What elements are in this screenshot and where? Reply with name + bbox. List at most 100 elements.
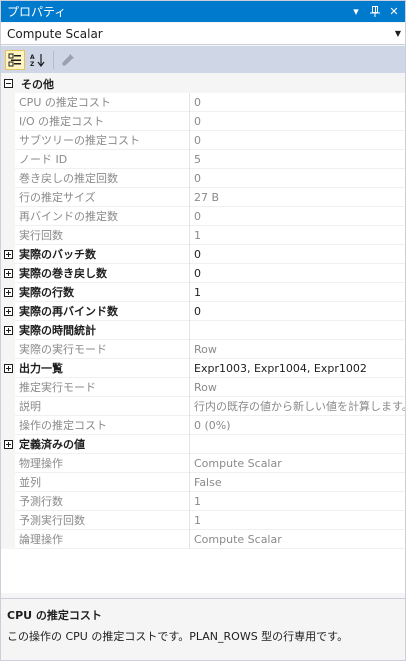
property-name: 説明 — [15, 397, 189, 416]
pin-icon[interactable] — [367, 4, 383, 20]
property-name: 予測行数 — [15, 492, 189, 511]
gutter — [1, 416, 15, 435]
alphabetical-icon: A Z — [30, 53, 45, 67]
svg-text:A: A — [30, 54, 35, 61]
property-row[interactable]: CPU の推定コスト 0 — [1, 93, 405, 112]
chevron-down-icon[interactable]: ▼ — [391, 29, 405, 38]
expand-icon[interactable] — [3, 250, 13, 259]
property-value[interactable]: 0 — [190, 169, 405, 188]
gutter — [1, 530, 15, 549]
gutter — [1, 93, 15, 112]
property-row[interactable]: 推定実行モード Row — [1, 378, 405, 397]
close-icon[interactable]: ✕ — [386, 4, 402, 20]
property-value[interactable] — [190, 321, 405, 340]
property-value[interactable] — [190, 435, 405, 454]
property-row[interactable]: 並列 False — [1, 473, 405, 492]
title-bar: プロパティ ▾ ✕ — [1, 1, 405, 22]
property-value[interactable]: Compute Scalar — [190, 530, 405, 549]
gutter — [1, 302, 15, 321]
property-value[interactable]: Expr1003, Expr1004, Expr1002 — [190, 359, 405, 378]
property-name: ノード ID — [15, 150, 189, 169]
property-value[interactable]: 0 (0%) — [190, 416, 405, 435]
expand-icon[interactable] — [3, 440, 13, 449]
property-value[interactable]: Compute Scalar — [190, 454, 405, 473]
property-name: 推定実行モード — [15, 378, 189, 397]
property-name: 物理操作 — [15, 454, 189, 473]
property-row[interactable]: 定義済みの値 — [1, 435, 405, 454]
property-row[interactable]: I/O の推定コスト 0 — [1, 112, 405, 131]
property-value[interactable]: 0 — [190, 207, 405, 226]
gutter — [1, 454, 15, 473]
property-name: 実際の再バインド数 — [15, 302, 189, 321]
property-row[interactable]: 実行回数 1 — [1, 226, 405, 245]
property-row[interactable]: 再バインドの推定数 0 — [1, 207, 405, 226]
expand-icon[interactable] — [3, 307, 13, 316]
property-value[interactable]: Row — [190, 378, 405, 397]
description-pane: CPU の推定コスト この操作の CPU の推定コストです。PLAN_ROWS … — [1, 598, 405, 660]
property-value[interactable]: 1 — [190, 283, 405, 302]
property-row[interactable]: 実際の行数 1 — [1, 283, 405, 302]
property-pages-button[interactable] — [58, 50, 78, 70]
gutter — [1, 74, 15, 93]
property-value[interactable]: False — [190, 473, 405, 492]
property-value[interactable]: 0 — [190, 264, 405, 283]
property-name: 巻き戻しの推定回数 — [15, 169, 189, 188]
property-value[interactable]: 1 — [190, 226, 405, 245]
property-name: 実際の行数 — [15, 283, 189, 302]
properties-window: プロパティ ▾ ✕ Compute Scalar ▼ A Z その他 CPU の… — [0, 0, 406, 661]
gutter — [1, 511, 15, 530]
window-title: プロパティ — [7, 5, 67, 19]
gutter — [1, 226, 15, 245]
property-row[interactable]: 予測実行回数 1 — [1, 511, 405, 530]
property-name: 実際の実行モード — [15, 340, 189, 359]
description-title: CPU の推定コスト — [7, 609, 102, 622]
property-row[interactable]: 行の推定サイズ 27 B — [1, 188, 405, 207]
property-row[interactable]: 物理操作 Compute Scalar — [1, 454, 405, 473]
expand-icon[interactable] — [3, 288, 13, 297]
property-row[interactable]: 説明 行内の既存の値から新しい値を計算します。 — [1, 397, 405, 416]
property-value[interactable]: 0 — [190, 131, 405, 150]
property-row[interactable]: ノード ID 5 — [1, 150, 405, 169]
category-row[interactable]: その他 — [1, 74, 405, 93]
property-value[interactable]: 5 — [190, 150, 405, 169]
expand-icon[interactable] — [3, 326, 13, 335]
expand-icon[interactable] — [3, 364, 13, 373]
gutter — [1, 264, 15, 283]
property-row[interactable]: 実際の時間統計 — [1, 321, 405, 340]
property-row[interactable]: 実際の再バインド数 0 — [1, 302, 405, 321]
property-row[interactable]: 操作の推定コスト 0 (0%) — [1, 416, 405, 435]
property-value[interactable]: 行内の既存の値から新しい値を計算します。 — [190, 397, 405, 416]
window-menu-dropdown-icon[interactable]: ▾ — [348, 4, 364, 20]
property-value[interactable]: 1 — [190, 511, 405, 530]
property-value[interactable]: 27 B — [190, 188, 405, 207]
object-selector[interactable]: Compute Scalar ▼ — [1, 23, 405, 45]
property-name: CPU の推定コスト — [15, 93, 189, 112]
property-row[interactable]: 予測行数 1 — [1, 492, 405, 511]
gutter — [1, 131, 15, 150]
property-row[interactable]: サブツリーの推定コスト 0 — [1, 131, 405, 150]
gutter — [1, 397, 15, 416]
property-value[interactable]: 0 — [190, 302, 405, 321]
expand-icon[interactable] — [3, 269, 13, 278]
property-row[interactable]: 実際のバッチ数 0 — [1, 245, 405, 264]
property-row[interactable]: 実際の巻き戻し数 0 — [1, 264, 405, 283]
property-value[interactable]: 0 — [190, 93, 405, 112]
property-row[interactable]: 実際の実行モード Row — [1, 340, 405, 359]
property-value[interactable]: 1 — [190, 492, 405, 511]
property-name: 実際のバッチ数 — [15, 245, 189, 264]
property-name: 論理操作 — [15, 530, 189, 549]
property-value[interactable]: 0 — [190, 112, 405, 131]
property-value[interactable]: 0 — [190, 245, 405, 264]
property-value[interactable]: Row — [190, 340, 405, 359]
categorized-button[interactable] — [5, 49, 25, 70]
gutter — [1, 473, 15, 492]
property-row[interactable]: 巻き戻しの推定回数 0 — [1, 169, 405, 188]
collapse-icon[interactable] — [3, 79, 13, 88]
property-name: 実行回数 — [15, 226, 189, 245]
property-row[interactable]: 出力一覧 Expr1003, Expr1004, Expr1002 — [1, 359, 405, 378]
property-row[interactable]: 論理操作 Compute Scalar — [1, 530, 405, 549]
alphabetical-button[interactable]: A Z — [28, 50, 48, 70]
property-name: 行の推定サイズ — [15, 188, 189, 207]
property-name: 並列 — [15, 473, 189, 492]
property-name: 予測実行回数 — [15, 511, 189, 530]
